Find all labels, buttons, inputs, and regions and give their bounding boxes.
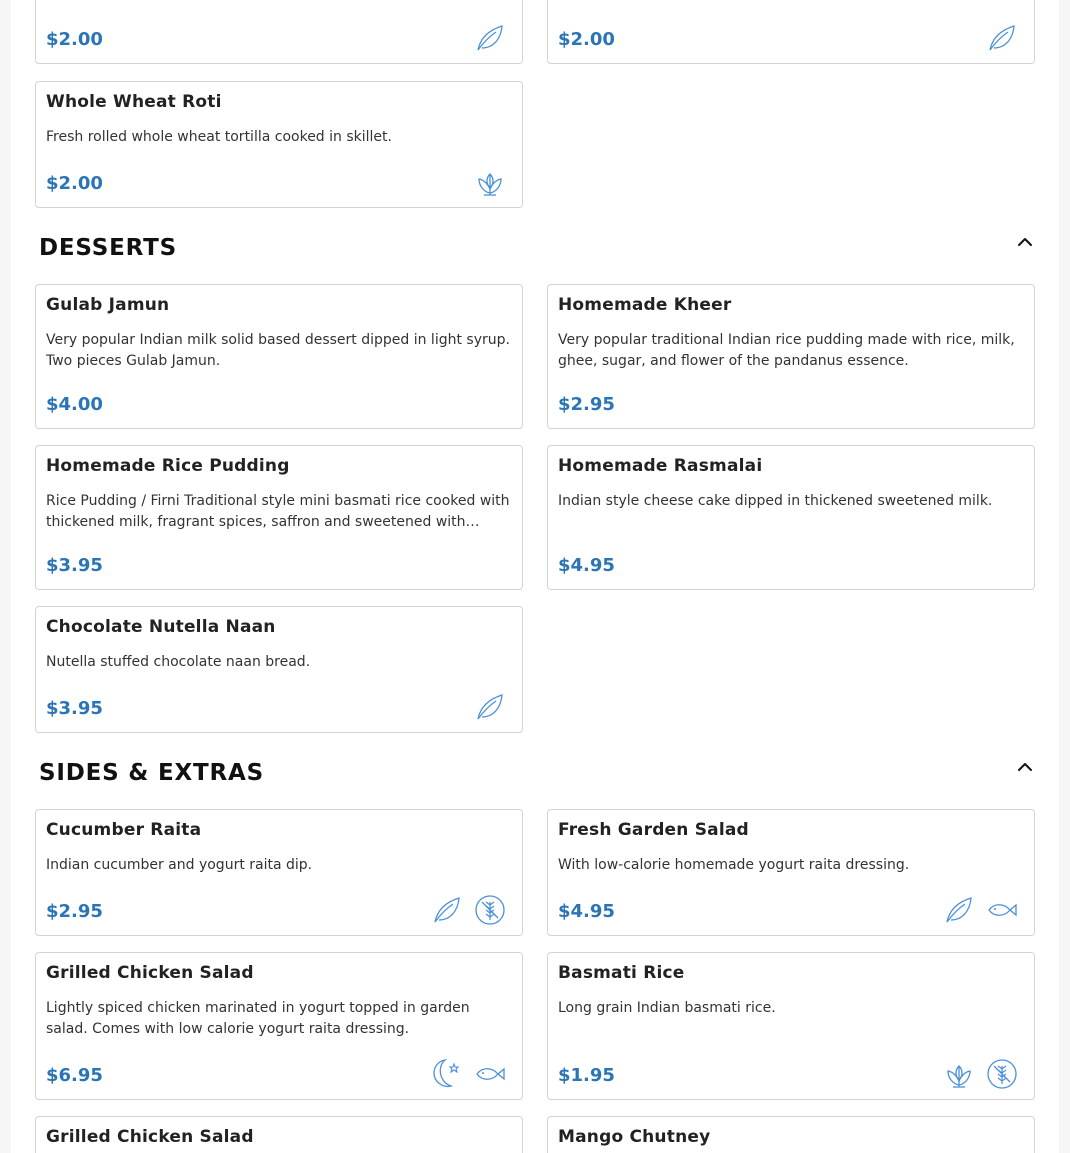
item-description: Very popular Indian milk solid based des… [46, 332, 510, 369]
collapse-sides-button[interactable] [1014, 756, 1036, 778]
menu-item-card[interactable]: Homemade Kheer Very popular traditional … [547, 284, 1035, 429]
item-price: $4.95 [558, 555, 615, 576]
item-description: With low-calorie homemade yogurt raita d… [558, 857, 910, 873]
item-name: Chocolate Nutella Naan [46, 617, 276, 637]
vegetarian-leaf-icon [943, 894, 975, 926]
fish-icon [986, 894, 1018, 926]
item-description: Indian cucumber and yogurt raita dip. [46, 857, 313, 873]
menu-item-card[interactable]: $2.00 [547, 0, 1035, 64]
item-description: Lightly spiced chicken marinated in yogu… [46, 1000, 470, 1037]
item-price: $6.95 [46, 1065, 103, 1086]
menu-item-card[interactable]: Whole Wheat Roti Fresh rolled whole whea… [35, 81, 523, 208]
menu-item-card[interactable]: Grilled Chicken Salad Lightly spiced chi… [35, 952, 523, 1100]
item-name: Homemade Rice Pudding [46, 456, 290, 476]
item-description: Indian style cheese cake dipped in thick… [558, 493, 993, 509]
item-diet-icons [431, 894, 506, 926]
vegan-plant-icon [474, 166, 506, 198]
vegetarian-leaf-icon [986, 22, 1018, 54]
item-diet-icons [431, 1058, 506, 1090]
fish-icon [474, 1058, 506, 1090]
gluten-free-icon [474, 894, 506, 926]
section-title-sides: SIDES & EXTRAS [39, 760, 264, 786]
vegan-plant-icon [943, 1058, 975, 1090]
item-price: $2.00 [46, 29, 103, 50]
halal-moon-icon [431, 1058, 463, 1090]
vegetarian-leaf-icon [474, 691, 506, 723]
menu-item-card[interactable]: Homemade Rasmalai Indian style cheese ca… [547, 445, 1035, 590]
menu-item-card[interactable]: $2.00 [35, 0, 523, 64]
item-price: $2.95 [558, 394, 615, 415]
item-price: $1.95 [558, 1065, 615, 1086]
item-diet-icons [474, 22, 506, 54]
item-price: $2.00 [558, 29, 615, 50]
menu-item-card[interactable]: Homemade Rice Pudding Rice Pudding / Fir… [35, 445, 523, 590]
item-name: Grilled Chicken Salad [46, 1127, 254, 1147]
item-price: $2.95 [46, 901, 103, 922]
item-price: $3.95 [46, 698, 103, 719]
item-name: Grilled Chicken Salad [46, 963, 254, 983]
section-title-desserts: DESSERTS [39, 235, 177, 261]
item-name: Cucumber Raita [46, 820, 202, 840]
item-name: Gulab Jamun [46, 295, 170, 315]
item-name: Basmati Rice [558, 963, 685, 983]
vegetarian-leaf-icon [431, 894, 463, 926]
menu-item-card[interactable]: Mango Chutney [547, 1116, 1035, 1153]
item-name: Homemade Kheer [558, 295, 732, 315]
menu-item-card[interactable]: Chocolate Nutella Naan Nutella stuffed c… [35, 606, 523, 733]
item-diet-icons [474, 166, 506, 198]
item-description: Fresh rolled whole wheat tortilla cooked… [46, 129, 392, 145]
item-name: Homemade Rasmalai [558, 456, 763, 476]
item-description: Rice Pudding / Firni Traditional style m… [46, 493, 510, 530]
collapse-desserts-button[interactable] [1014, 231, 1036, 253]
item-price: $2.00 [46, 173, 103, 194]
item-diet-icons [943, 1058, 1018, 1090]
menu-page: $2.00 $2.00 Whole Wheat Roti Fresh rolle… [11, 0, 1059, 1153]
chevron-up-icon [1018, 238, 1032, 246]
item-price: $3.95 [46, 555, 103, 576]
vegetarian-leaf-icon [474, 22, 506, 54]
item-diet-icons [943, 894, 1018, 926]
item-description: Nutella stuffed chocolate naan bread. [46, 654, 311, 670]
menu-item-card[interactable]: Basmati Rice Long grain Indian basmati r… [547, 952, 1035, 1100]
chevron-up-icon [1018, 763, 1032, 771]
menu-item-card[interactable]: Cucumber Raita Indian cucumber and yogur… [35, 809, 523, 936]
item-description: Very popular traditional Indian rice pud… [558, 332, 1015, 369]
gluten-free-icon [986, 1058, 1018, 1090]
item-price: $4.95 [558, 901, 615, 922]
item-name: Whole Wheat Roti [46, 92, 222, 112]
item-diet-icons [474, 691, 506, 723]
item-description: Long grain Indian basmati rice. [558, 1000, 776, 1016]
item-price: $4.00 [46, 394, 103, 415]
menu-item-card[interactable]: Gulab Jamun Very popular Indian milk sol… [35, 284, 523, 429]
item-name: Fresh Garden Salad [558, 820, 749, 840]
item-diet-icons [986, 22, 1018, 54]
item-name: Mango Chutney [558, 1127, 711, 1147]
menu-item-card[interactable]: Fresh Garden Salad With low-calorie home… [547, 809, 1035, 936]
menu-item-card[interactable]: Grilled Chicken Salad [35, 1116, 523, 1153]
